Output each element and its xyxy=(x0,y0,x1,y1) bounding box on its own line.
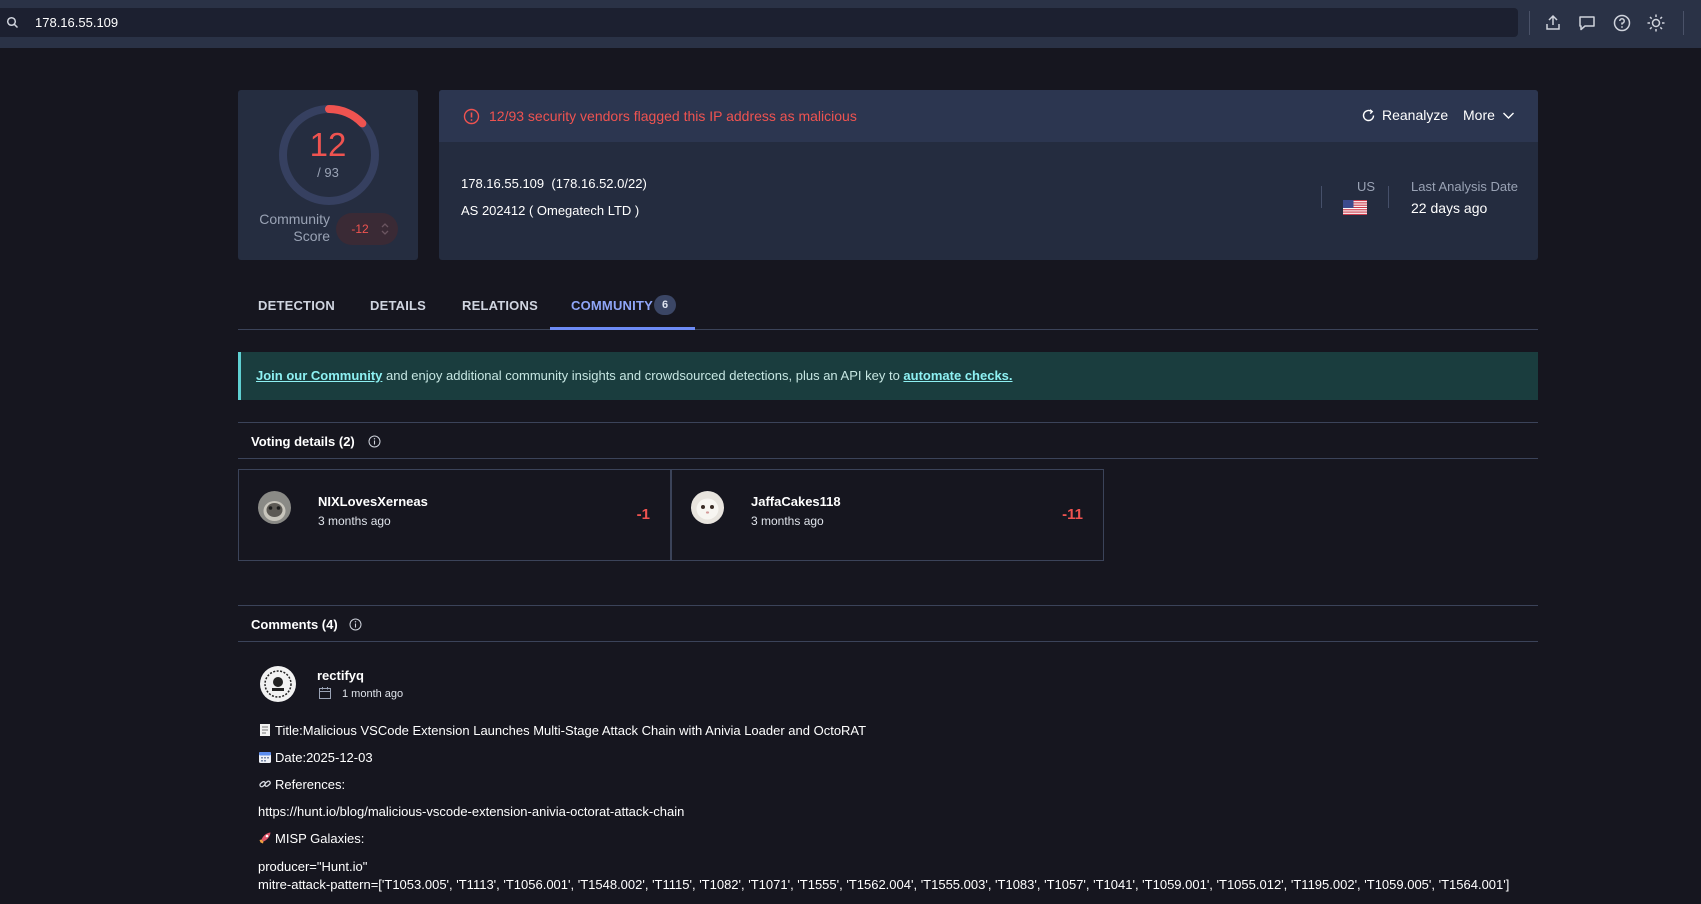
link-icon xyxy=(259,780,271,788)
comment-date-line: Date:2025-12-03 xyxy=(258,750,373,765)
vote-card: JaffaCakes118 3 months ago -11 xyxy=(671,469,1104,561)
avatar[interactable] xyxy=(258,491,291,524)
active-tab-indicator xyxy=(550,327,695,330)
refresh-icon xyxy=(1362,108,1375,121)
more-dropdown[interactable]: More xyxy=(1463,107,1515,123)
mitre-attack-line: mitre-attack-pattern=['T1053.005', 'T111… xyxy=(258,877,1510,892)
vote-score: -11 xyxy=(1062,506,1083,523)
voter-name[interactable]: JaffaCakes118 xyxy=(751,494,841,509)
theme-toggle-icon[interactable] xyxy=(1646,13,1666,33)
community-score-badge[interactable]: -12 xyxy=(336,213,398,245)
rocket-icon xyxy=(259,832,271,844)
ip-summary-card: 12/93 security vendors flagged this IP a… xyxy=(439,90,1538,260)
tab-detection[interactable]: DETECTION xyxy=(258,298,335,313)
help-icon[interactable] xyxy=(1612,13,1632,33)
comment-misp-line: MISP Galaxies: xyxy=(258,831,364,846)
ip-address-line: 178.16.55.109 (178.16.52.0/22) xyxy=(461,176,647,191)
comment-author[interactable]: rectifyq xyxy=(317,668,364,683)
ip-range: (178.16.52.0/22) xyxy=(551,176,647,191)
malicious-alert-text: 12/93 security vendors flagged this IP a… xyxy=(489,108,857,124)
top-bar: 178.16.55.109 xyxy=(0,0,1701,48)
us-flag-icon xyxy=(1343,200,1367,215)
last-analysis-value: 22 days ago xyxy=(1411,200,1488,216)
banner-body: and enjoy additional community insights … xyxy=(382,368,904,383)
banner-text: Join our Community and enjoy additional … xyxy=(256,368,1013,383)
references-label: References: xyxy=(275,777,346,792)
vote-score: -1 xyxy=(636,506,650,523)
vote-time: 3 months ago xyxy=(751,514,824,528)
voting-details-header: Voting details (2) xyxy=(238,422,1538,459)
calendar-emoji-icon xyxy=(259,752,271,763)
upload-icon[interactable] xyxy=(1543,13,1563,33)
divider xyxy=(1321,186,1322,208)
comments-title: Comments (4) xyxy=(251,617,338,632)
info-icon[interactable] xyxy=(349,618,362,631)
chat-icon[interactable] xyxy=(1577,13,1597,33)
detection-count: 12 xyxy=(309,126,347,163)
info-icon[interactable] xyxy=(368,435,381,448)
divider xyxy=(1529,11,1530,35)
document-icon xyxy=(260,724,270,736)
search-input[interactable]: 178.16.55.109 xyxy=(35,15,118,30)
reanalyze-button[interactable]: Reanalyze xyxy=(1361,107,1448,123)
tab-bar: DETECTION DETAILS RELATIONS COMMUNITY 6 xyxy=(238,286,1538,330)
detection-total: / 93 xyxy=(317,165,339,180)
vote-arrows-icon[interactable] xyxy=(380,221,390,237)
chevron-down-icon xyxy=(1502,112,1514,119)
community-score-value: -12 xyxy=(351,222,369,236)
producer-line: producer="Hunt.io" xyxy=(258,859,368,874)
alert-circle-icon xyxy=(463,108,480,125)
avatar[interactable] xyxy=(260,666,296,702)
comments-header: Comments (4) xyxy=(238,605,1538,642)
reference-url[interactable]: https://hunt.io/blog/malicious-vscode-ex… xyxy=(258,804,684,819)
detection-score-card: 12 / 93 Community Score -12 xyxy=(238,90,418,260)
last-analysis-label: Last Analysis Date xyxy=(1411,179,1518,194)
more-label: More xyxy=(1463,107,1495,123)
community-count-badge: 6 xyxy=(654,295,676,315)
tab-details[interactable]: DETAILS xyxy=(370,298,426,313)
alert-header: 12/93 security vendors flagged this IP a… xyxy=(439,90,1538,142)
divider xyxy=(1388,186,1389,208)
comment-title-text: Title:Malicious VSCode Extension Launche… xyxy=(275,723,867,738)
misp-galaxies-label: MISP Galaxies: xyxy=(275,831,365,846)
comment-references-line: References: xyxy=(258,777,345,792)
divider xyxy=(1683,11,1684,35)
search-box[interactable]: 178.16.55.109 xyxy=(0,8,1518,37)
join-community-link[interactable]: Join our Community xyxy=(256,368,382,383)
avatar[interactable] xyxy=(691,491,724,524)
reanalyze-label: Reanalyze xyxy=(1382,107,1449,123)
comment-date-text: Date:2025-12-03 xyxy=(275,750,373,765)
comment-title-line: Title:Malicious VSCode Extension Launche… xyxy=(258,723,866,738)
voter-name[interactable]: NIXLovesXerneas xyxy=(318,494,428,509)
vote-card: NIXLovesXerneas 3 months ago -1 xyxy=(238,469,671,561)
country-code: US xyxy=(1356,179,1376,194)
calendar-icon xyxy=(319,687,331,699)
automate-checks-link[interactable]: automate checks. xyxy=(903,368,1012,383)
comment-time: 1 month ago xyxy=(342,688,404,700)
ip-address: 178.16.55.109 xyxy=(461,176,545,191)
community-banner: Join our Community and enjoy additional … xyxy=(238,352,1538,400)
tab-community[interactable]: COMMUNITY xyxy=(571,298,653,313)
as-info: AS 202412 ( Omegatech LTD ) xyxy=(461,203,640,218)
voting-details-title: Voting details (2) xyxy=(251,434,355,449)
search-icon xyxy=(6,16,19,29)
vote-time: 3 months ago xyxy=(318,514,391,528)
tab-relations[interactable]: RELATIONS xyxy=(462,298,538,313)
community-score-label: Community Score xyxy=(259,211,330,244)
